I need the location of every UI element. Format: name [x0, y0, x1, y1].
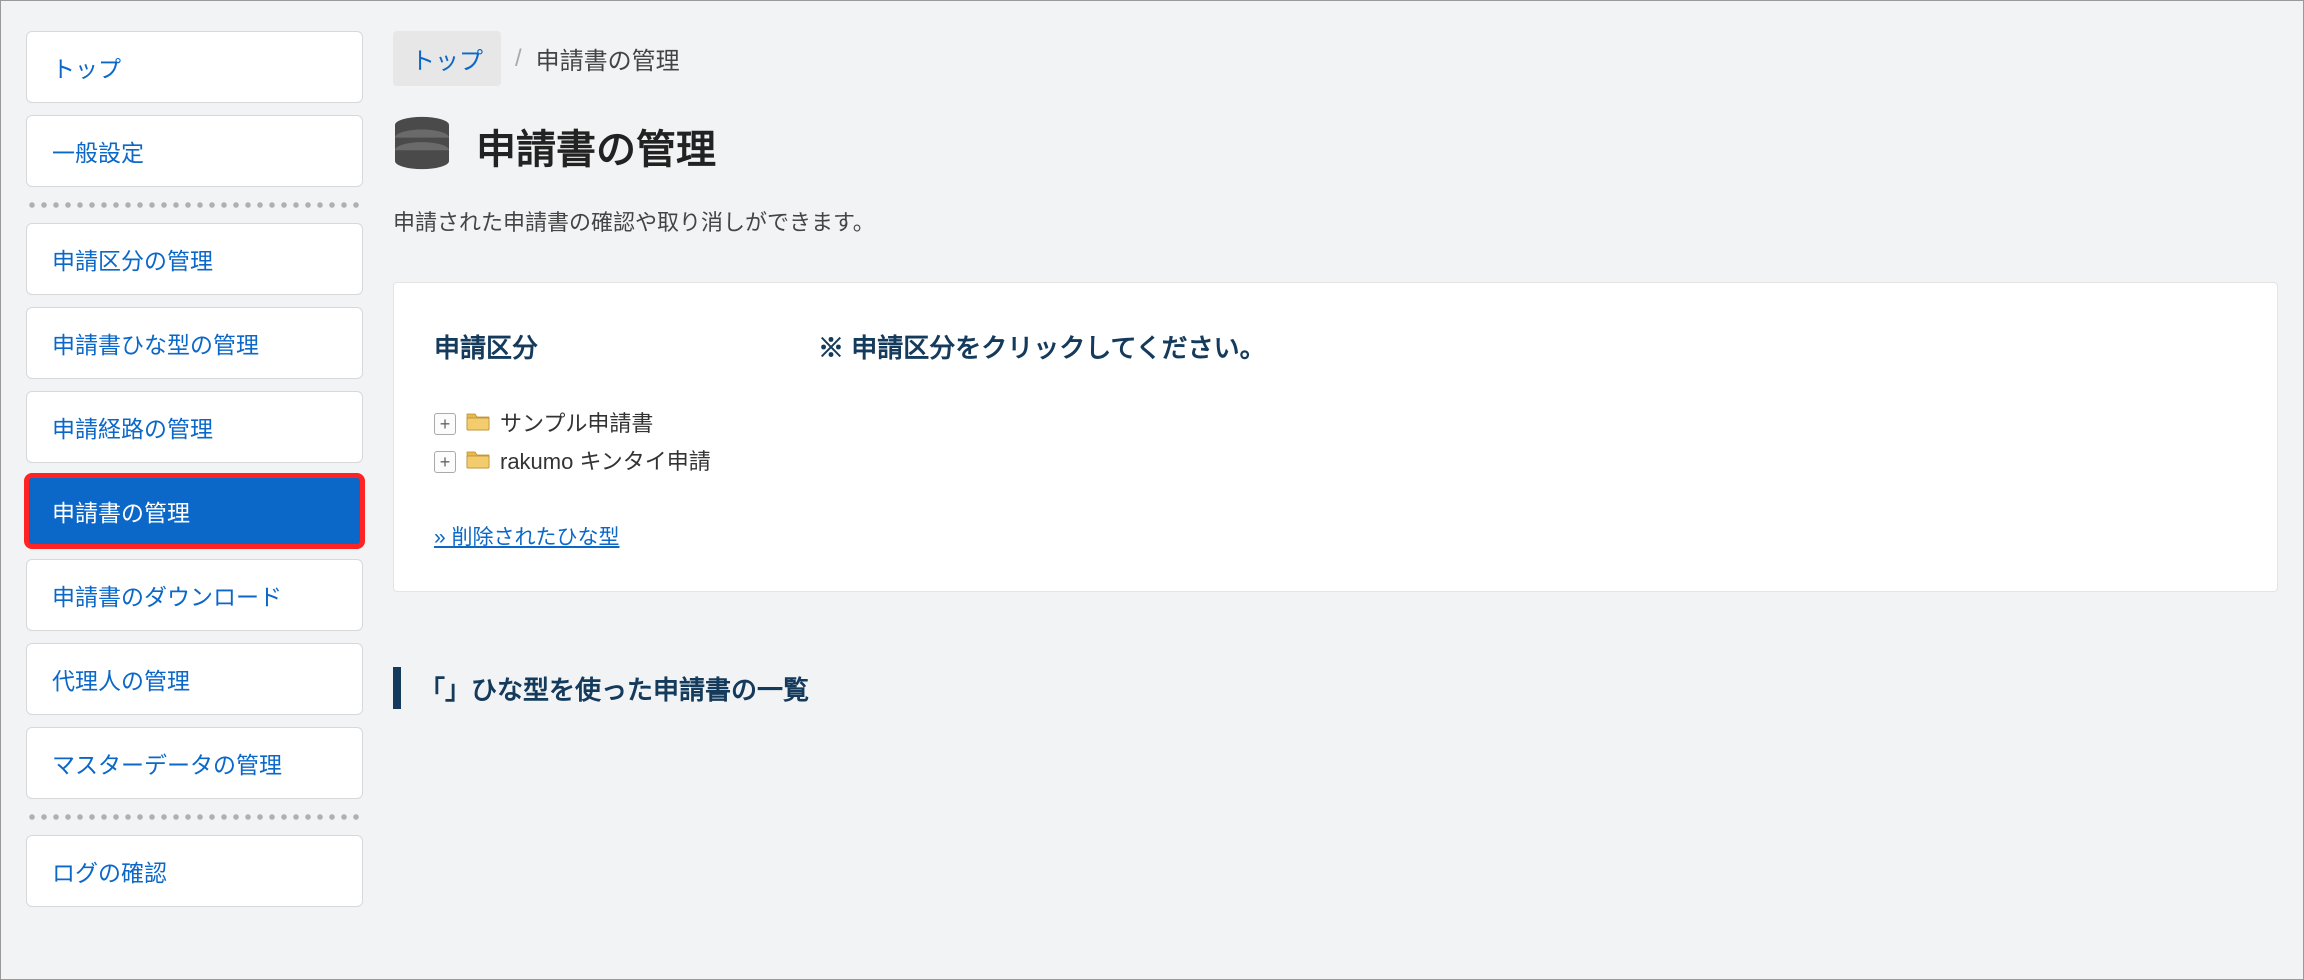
- sidebar-item-application-mgmt[interactable]: 申請書の管理: [26, 475, 363, 547]
- page-title-row: 申請書の管理: [393, 116, 2278, 175]
- tree-item[interactable]: + rakumo キンタイ申請: [434, 443, 2237, 481]
- sidebar-item-top[interactable]: トップ: [26, 31, 363, 103]
- breadcrumb-current: 申請書の管理: [536, 41, 680, 76]
- expand-icon[interactable]: +: [434, 451, 456, 473]
- sidebar-item-template-mgmt[interactable]: 申請書ひな型の管理: [26, 307, 363, 379]
- sidebar-item-proxy-mgmt[interactable]: 代理人の管理: [26, 643, 363, 715]
- category-tree: + サンプル申請書 + rakumo キンタイ申請: [434, 405, 2237, 481]
- panel-heading: 申請区分: [434, 328, 538, 365]
- sidebar-item-general-settings[interactable]: 一般設定: [26, 115, 363, 187]
- category-panel: 申請区分 ※ 申請区分をクリックしてください。 + サンプル申請書 +: [393, 282, 2278, 592]
- section-header: 「」ひな型を使った申請書の一覧: [393, 667, 2278, 709]
- panel-message: ※ 申請区分をクリックしてください。: [818, 328, 1266, 365]
- section-accent-bar: [393, 667, 401, 709]
- deleted-templates-link[interactable]: » 削除されたひな型: [434, 526, 620, 549]
- breadcrumb-separator: /: [515, 45, 522, 73]
- main-content: トップ / 申請書の管理 申請書の管理 申請された申請書の確認や取り消しができま…: [393, 31, 2278, 949]
- sidebar-item-log-check[interactable]: ログの確認: [26, 835, 363, 907]
- folder-icon: [466, 405, 490, 443]
- sidebar-item-route-mgmt[interactable]: 申請経路の管理: [26, 391, 363, 463]
- folder-icon: [466, 443, 490, 481]
- breadcrumb: トップ / 申請書の管理: [393, 31, 2278, 86]
- divider: [26, 813, 363, 821]
- page-title: 申請書の管理: [476, 117, 716, 175]
- expand-icon[interactable]: +: [434, 413, 456, 435]
- sidebar-item-master-data-mgmt[interactable]: マスターデータの管理: [26, 727, 363, 799]
- divider: [26, 201, 363, 209]
- page-description: 申請された申請書の確認や取り消しができます。: [393, 205, 2278, 237]
- database-icon: [393, 116, 451, 175]
- breadcrumb-root-link[interactable]: トップ: [393, 31, 501, 86]
- section-title: 「」ひな型を使った申請書の一覧: [419, 670, 809, 707]
- sidebar-item-category-mgmt[interactable]: 申請区分の管理: [26, 223, 363, 295]
- sidebar-item-application-download[interactable]: 申請書のダウンロード: [26, 559, 363, 631]
- tree-item-label: rakumo キンタイ申請: [500, 443, 711, 481]
- tree-item-label: サンプル申請書: [500, 405, 653, 443]
- sidebar: トップ 一般設定 申請区分の管理 申請書ひな型の管理 申請経路の管理 申請書の管…: [26, 31, 363, 949]
- tree-item[interactable]: + サンプル申請書: [434, 405, 2237, 443]
